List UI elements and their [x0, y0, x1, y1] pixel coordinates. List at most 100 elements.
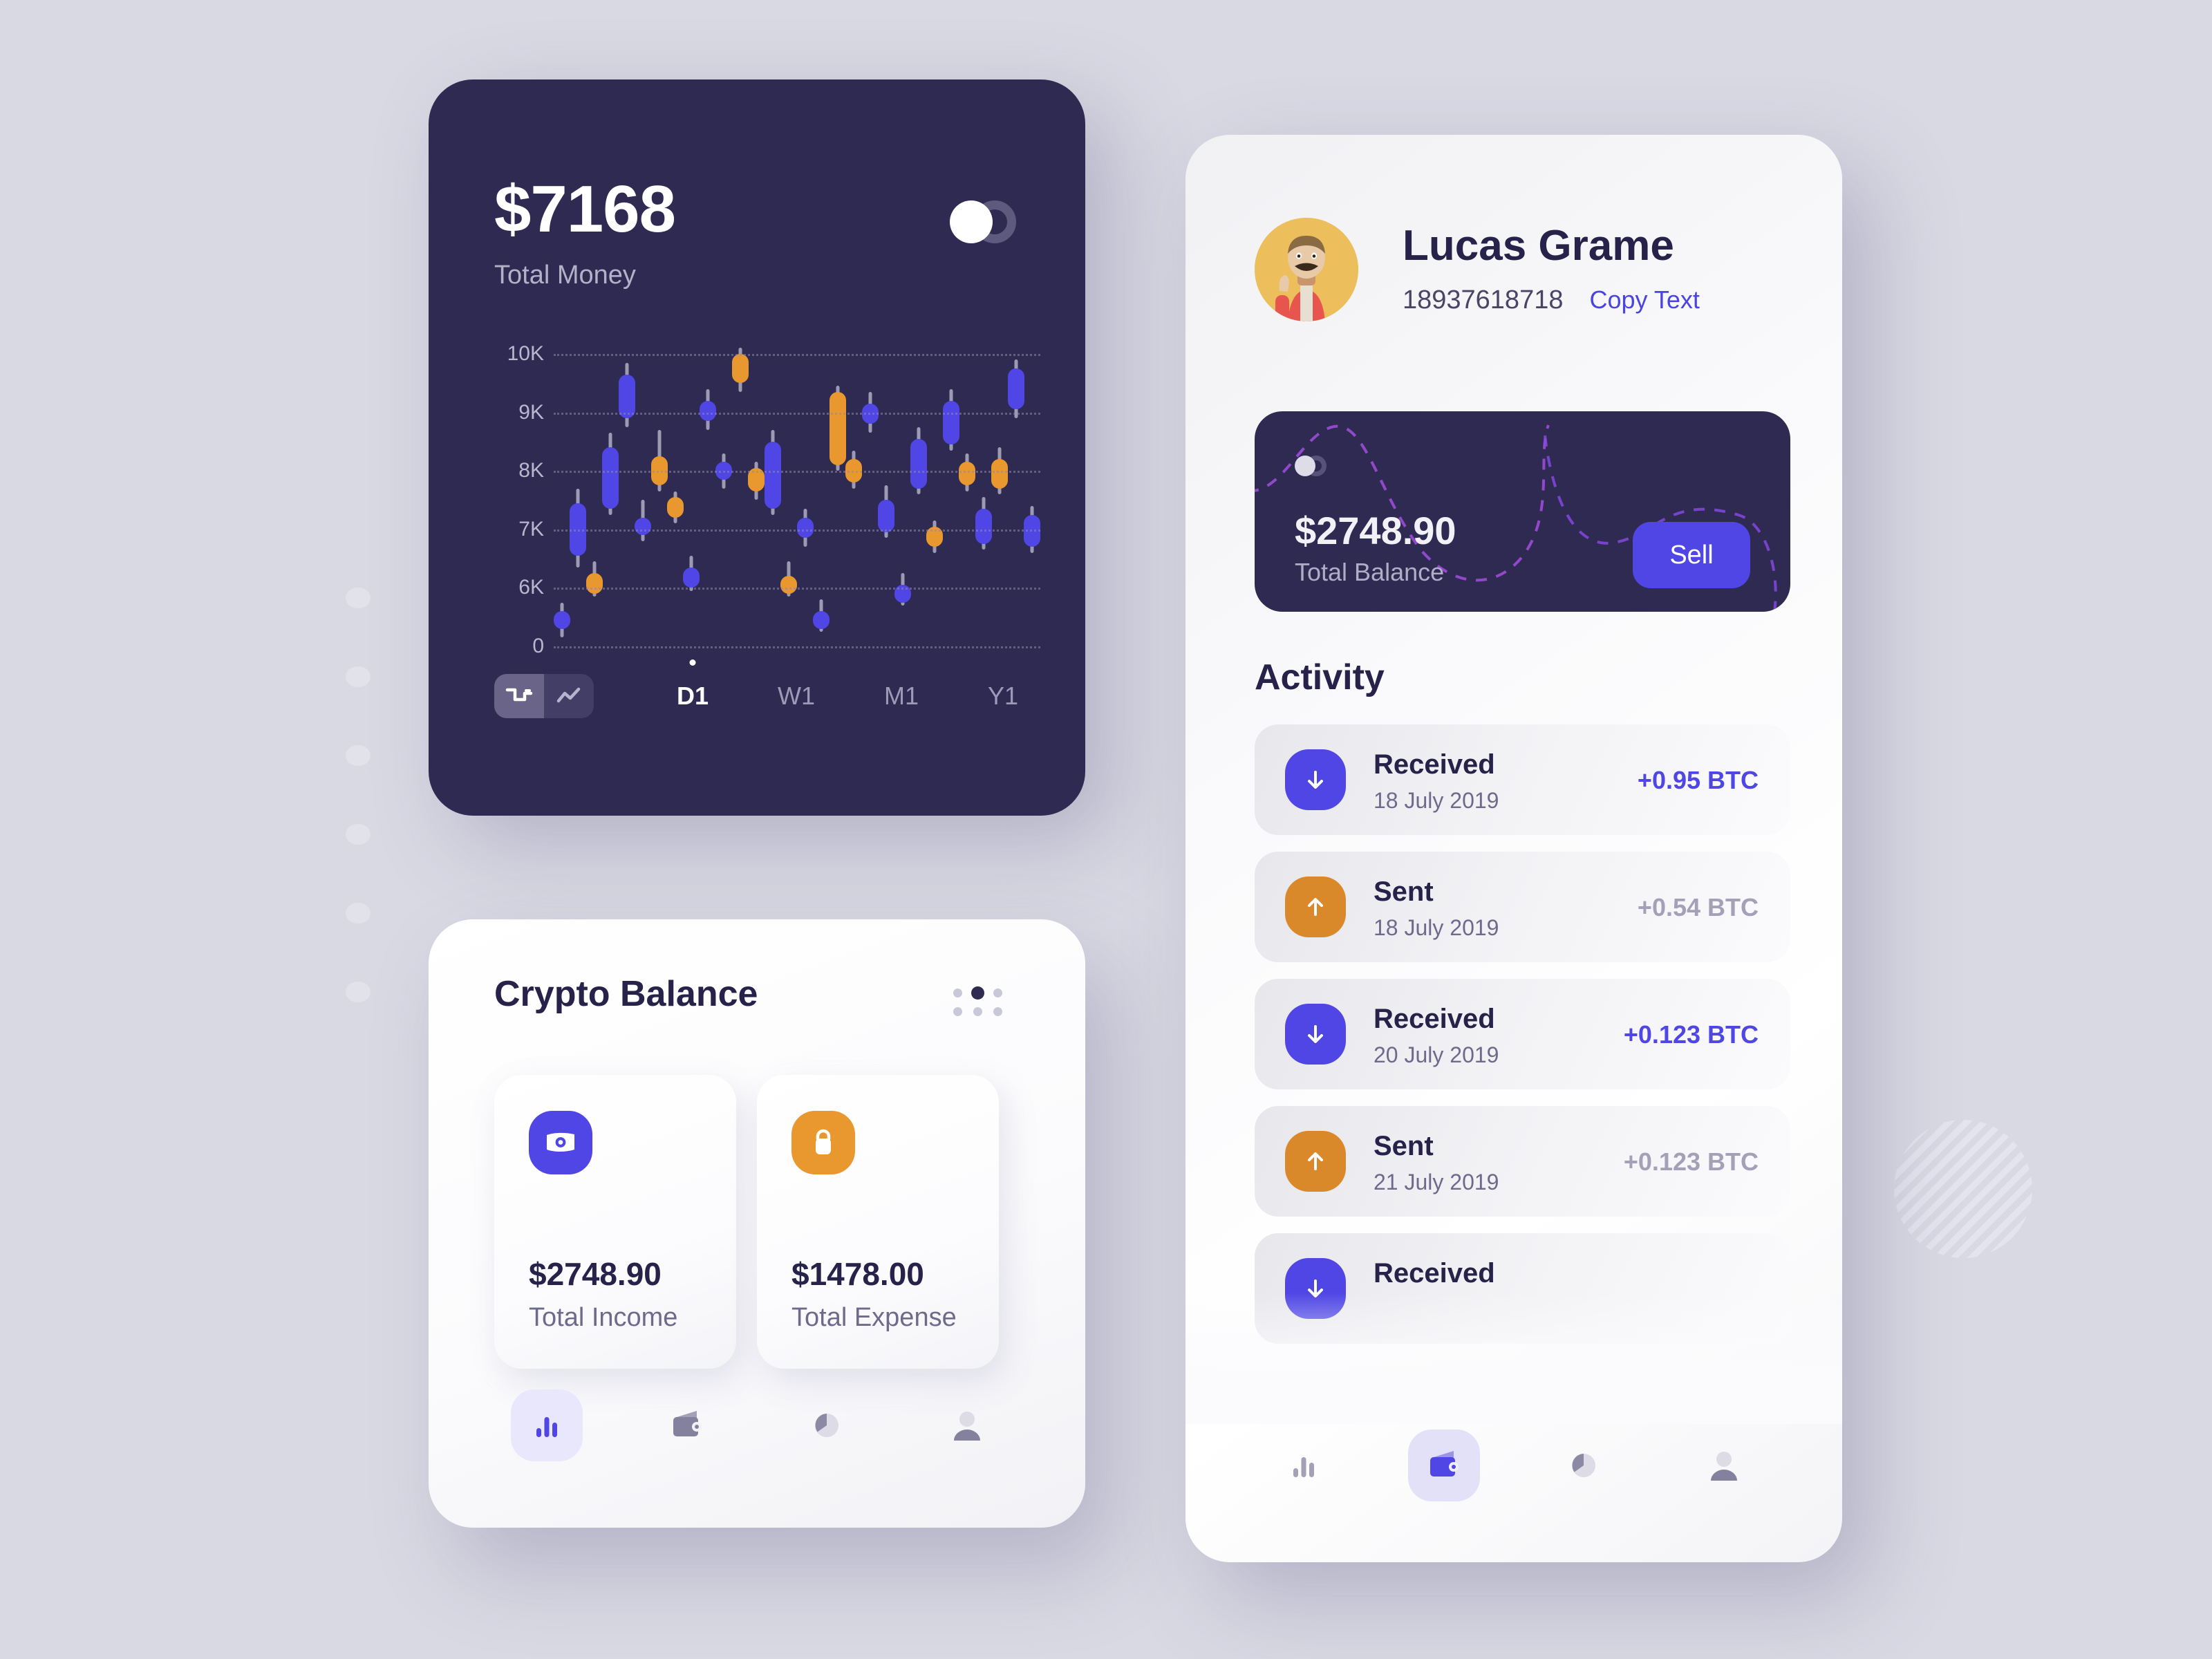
- candlestick: [780, 342, 798, 646]
- timeframe-selector: D1 W1 M1 Y1: [677, 682, 1018, 711]
- dark-mode-toggle[interactable]: [950, 200, 1016, 243]
- copy-text-link[interactable]: Copy Text: [1589, 285, 1699, 315]
- candlestick: [715, 342, 733, 646]
- candlestick: [602, 342, 619, 646]
- nav-profile-icon[interactable]: [1688, 1430, 1760, 1501]
- candlestick: [845, 342, 863, 646]
- activity-type: Received: [1374, 1258, 1495, 1288]
- chart-gridline: [554, 412, 1040, 415]
- page-dot: [346, 666, 371, 687]
- sell-button[interactable]: Sell: [1633, 522, 1750, 588]
- candlestick: [618, 342, 635, 646]
- banknote-icon: [529, 1111, 592, 1174]
- timeframe-m1[interactable]: M1: [884, 682, 919, 711]
- balance-visibility-toggle[interactable]: [1295, 456, 1327, 476]
- menu-dot-active: [971, 986, 984, 1000]
- candlestick: [959, 342, 976, 646]
- list-fade-mask: [1185, 1293, 1842, 1424]
- activity-section-title: Activity: [1255, 657, 1385, 697]
- nav-wallet-icon[interactable]: [651, 1389, 723, 1461]
- chart-y-tick-label: 9K: [518, 400, 544, 424]
- menu-dot: [953, 1007, 962, 1016]
- chart-gridline: [554, 529, 1040, 532]
- candlestick-body: [975, 509, 992, 544]
- candlestick-body: [667, 497, 684, 518]
- activity-item[interactable]: Received 20 July 2019 +0.123 BTC: [1255, 979, 1790, 1089]
- total-income-label: Total Income: [529, 1303, 678, 1332]
- candlestick-chart[interactable]: 0 6K 7K 8K 9K 10K: [494, 341, 1041, 657]
- candlestick: [975, 342, 992, 646]
- chart-controls: D1 W1 M1 Y1: [494, 674, 1018, 718]
- arrow-up-icon: [1285, 1131, 1346, 1192]
- activity-item[interactable]: Sent 21 July 2019 +0.123 BTC: [1255, 1106, 1790, 1217]
- candlestick-chart-icon[interactable]: [494, 674, 544, 718]
- nav-pie-chart-icon[interactable]: [1548, 1430, 1620, 1501]
- activity-item[interactable]: Received 18 July 2019 +0.95 BTC: [1255, 724, 1790, 835]
- timeframe-w1[interactable]: W1: [778, 682, 815, 711]
- total-expense-card[interactable]: $1478.00 Total Expense: [757, 1075, 999, 1369]
- avatar: [1255, 218, 1358, 321]
- nav-bar-chart-icon[interactable]: [511, 1389, 583, 1461]
- arrow-down-icon: [1285, 749, 1346, 810]
- menu-dot: [993, 1007, 1002, 1016]
- nav-pie-chart-icon[interactable]: [791, 1389, 863, 1461]
- candlestick-body: [991, 459, 1009, 489]
- candlestick-body: [585, 573, 603, 594]
- candlestick-body: [731, 353, 749, 384]
- nav-wallet-icon[interactable]: [1407, 1430, 1480, 1501]
- candlestick: [861, 342, 879, 646]
- total-money-label: Total Money: [494, 261, 636, 290]
- candlestick: [553, 342, 570, 646]
- chart-y-tick-label: 6K: [518, 576, 544, 599]
- page-indicator-dots: [346, 588, 371, 1002]
- activity-type: Received: [1374, 749, 1495, 780]
- profile-header: Lucas Grame 18937618718 Copy Text: [1255, 218, 1700, 321]
- page-dot: [346, 824, 371, 845]
- candlestick: [878, 342, 895, 646]
- candlestick: [699, 342, 716, 646]
- crypto-balance-sheet: Crypto Balance $2748.90 Total Income $14…: [429, 919, 1085, 1528]
- candlestick-body: [635, 517, 652, 536]
- page-dot: [346, 982, 371, 1002]
- total-expense-value: $1478.00: [791, 1256, 924, 1292]
- bag-icon: [791, 1111, 855, 1174]
- stat-card-row: $2748.90 Total Income $1478.00 Total Exp…: [494, 1075, 999, 1369]
- activity-date: 18 July 2019: [1374, 788, 1499, 813]
- candlestick: [796, 342, 814, 646]
- chart-y-tick-label: 10K: [507, 341, 544, 365]
- chart-y-tick-label: 7K: [518, 517, 544, 541]
- nav-profile-icon[interactable]: [931, 1389, 1003, 1461]
- candlestick-body: [910, 438, 927, 489]
- total-income-card[interactable]: $2748.90 Total Income: [494, 1075, 736, 1369]
- candlestick: [683, 342, 700, 646]
- profile-subline: 18937618718 Copy Text: [1403, 285, 1700, 315]
- line-chart-icon[interactable]: [544, 674, 594, 718]
- arrow-up-icon: [1285, 877, 1346, 937]
- timeframe-y1[interactable]: Y1: [988, 682, 1018, 711]
- nav-bar-chart-icon[interactable]: [1268, 1430, 1340, 1501]
- timeframe-d1[interactable]: D1: [677, 682, 709, 711]
- candlestick-body: [942, 400, 959, 445]
- menu-dot: [993, 988, 1002, 997]
- chart-y-tick-label: 0: [532, 635, 544, 657]
- total-balance-card: $2748.90 Total Balance Sell: [1255, 411, 1790, 612]
- activity-list: Received 18 July 2019 +0.95 BTC Sent 18 July…: [1255, 724, 1790, 1360]
- dot-grid-menu-icon[interactable]: [953, 986, 1002, 1016]
- candlestick: [894, 342, 911, 646]
- candlestick-body: [829, 391, 846, 465]
- candlestick-body: [1007, 368, 1024, 410]
- candlestick-body: [878, 500, 895, 532]
- activity-date: 20 July 2019: [1374, 1042, 1499, 1067]
- candlestick: [635, 342, 652, 646]
- candlestick: [764, 342, 781, 646]
- activity-type: Sent: [1374, 1131, 1434, 1161]
- activity-item[interactable]: Sent 18 July 2019 +0.54 BTC: [1255, 852, 1790, 962]
- activity-amount: +0.123 BTC: [1623, 1020, 1759, 1049]
- candlestick: [942, 342, 959, 646]
- candlestick-body: [553, 611, 570, 629]
- right-phone-screen: Lucas Grame 18937618718 Copy Text $2748.…: [1185, 135, 1842, 1562]
- candlestick-body: [602, 447, 619, 509]
- candlestick-body: [618, 374, 635, 418]
- total-balance-label: Total Balance: [1295, 558, 1445, 586]
- candlestick-body: [683, 567, 700, 588]
